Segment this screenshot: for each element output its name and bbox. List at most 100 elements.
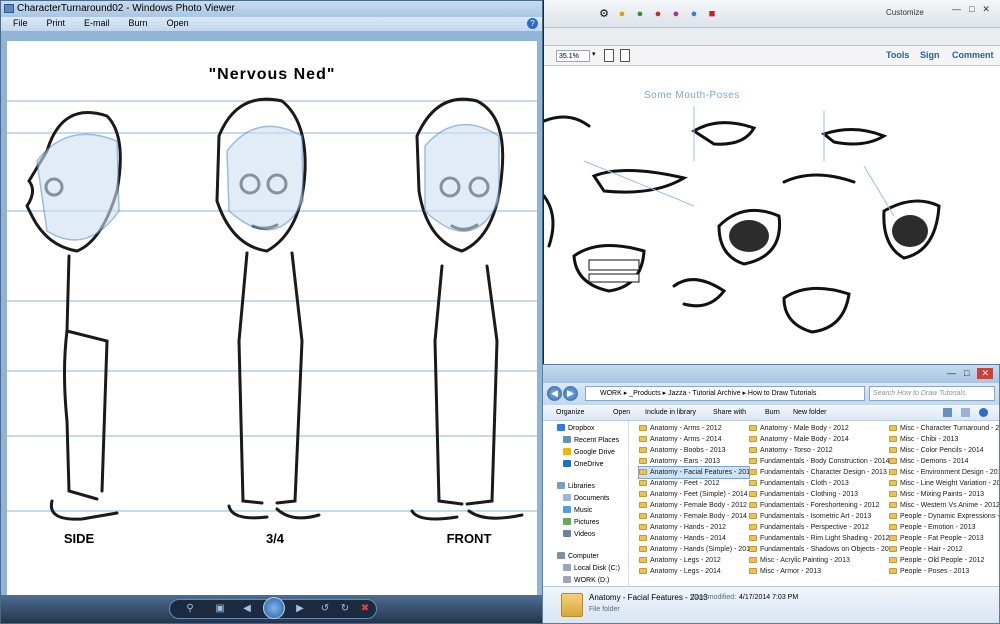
folder-item[interactable]: Fundamentals - Body Construction - 2014 [749,456,890,467]
slideshow-button[interactable] [263,597,285,619]
folder-item[interactable]: Anatomy - Arms - 2014 [639,434,749,445]
settings-icon[interactable]: ⚙ [598,8,610,20]
nav-item[interactable]: Dropbox [557,423,594,434]
folder-item[interactable]: Fundamentals - Character Design - 2013 [749,467,889,478]
folder-item[interactable]: People - Old People - 2012 [889,555,999,566]
tab-sign[interactable]: Sign [920,50,940,60]
cmd-burn[interactable]: Burn [765,409,780,416]
folder-item[interactable]: Misc - Demons - 2014 [889,456,999,467]
folder-item[interactable]: Fundamentals - Perspective - 2012 [749,522,889,533]
nav-item[interactable]: Recent Places [563,435,619,446]
folder-item[interactable]: Misc - Mixing Paints - 2013 [889,489,999,500]
menu-open[interactable]: Open [155,17,196,28]
menu-file[interactable]: File [1,17,35,28]
folder-item[interactable]: Misc - Acrylic Painting - 2013 [749,555,889,566]
folder-item[interactable]: Anatomy - Male Body - 2012 [749,423,889,434]
sticky-note-icon[interactable]: ● [634,8,646,20]
nav-item[interactable]: Documents [563,493,609,504]
zoom-icon[interactable]: ⚲ [184,603,196,615]
folder-item[interactable]: Anatomy - Ears - 2013 [639,456,749,467]
folder-item[interactable]: Anatomy - Facial Features - 2013 [638,466,754,479]
breadcrumb-products[interactable]: _Products [629,390,661,397]
folder-item[interactable]: Anatomy - Feet - 2012 [639,478,749,489]
next-icon[interactable]: ▶ [294,603,306,615]
fit-page-icon[interactable] [604,49,614,62]
tab-tools[interactable]: Tools [886,50,909,60]
tab-comment[interactable]: Comment [952,50,994,60]
folder-item[interactable]: Fundamentals - Cloth - 2013 [749,478,889,489]
folder-item[interactable]: Misc - Environment Design - 2014 [889,467,999,478]
folder-item[interactable]: Misc - Armor - 2013 [749,566,889,577]
folder-item[interactable]: Anatomy - Female Body - 2012 [639,500,749,511]
folder-item[interactable]: Anatomy - Legs - 2012 [639,555,749,566]
image-canvas[interactable]: "Nervous Ned" SIDE 3/4 FRONT [7,41,537,595]
nav-item[interactable]: OneDrive [563,459,604,470]
actual-size-icon[interactable]: ▣ [214,603,226,615]
folder-item[interactable]: Anatomy - Feet (Simple) - 2014 [639,489,749,500]
nav-item[interactable]: Libraries [557,481,595,492]
folder-item[interactable]: People - Fat People - 2013 [889,533,999,544]
breadcrumb-current[interactable]: How to Draw Tutorials [748,390,816,397]
menu-burn[interactable]: Burn [117,17,155,28]
fit-width-icon[interactable] [620,49,630,62]
nav-item[interactable]: Google Drive [563,447,615,458]
folder-item[interactable]: Misc - Chibi - 2013 [889,434,999,445]
folder-item[interactable]: Fundamentals - Rim Light Shading - 2012 [749,533,890,544]
folder-item[interactable]: People - Dynamic Expressions - 2014 [889,511,999,522]
folder-item[interactable]: People - Poses - 2013 [889,566,999,577]
nav-item[interactable]: WORK (D:) [563,575,609,586]
explorer-window-controls[interactable]: —□ ✕ [947,368,993,379]
forward-button[interactable]: ▶ [563,386,578,401]
pdf-icon[interactable]: ■ [706,8,718,20]
explorer-help-icon[interactable] [979,408,988,417]
preview-pane-icon[interactable] [961,408,970,417]
folder-item[interactable]: Anatomy - Male Body - 2014 [749,434,889,445]
cmd-new-folder[interactable]: New folder [793,409,826,416]
folder-item[interactable]: Anatomy - Female Body - 2014 [639,511,749,522]
folder-item[interactable]: Anatomy - Hands (Simple) - 2014 [639,544,754,555]
delete-icon[interactable]: ✖ [359,603,371,615]
folder-item[interactable]: Anatomy - Boobs - 2013 [639,445,749,456]
search-input[interactable]: Search How to Draw Tutorials [869,386,995,401]
folder-item[interactable]: Fundamentals - Clothing - 2013 [749,489,889,500]
nav-item[interactable]: Pictures [563,517,599,528]
zoom-dropdown-icon[interactable]: ▾ [592,50,596,58]
cmd-open[interactable]: Open [613,409,630,416]
folder-item[interactable]: Misc - Western Vs Anime - 2012 [889,500,999,511]
folder-item[interactable]: Anatomy - Arms - 2012 [639,423,749,434]
folder-item[interactable]: Fundamentals - Shadows on Objects - 2013 [749,544,897,555]
cmd-include-in-library[interactable]: Include in library [645,409,696,416]
nav-item[interactable]: Computer [557,551,599,562]
folder-item[interactable]: Fundamentals - Foreshortening - 2012 [749,500,889,511]
explorer-titlebar[interactable]: —□ ✕ [543,365,999,383]
highlight-icon[interactable]: ● [688,8,700,20]
nav-item[interactable]: Videos [563,529,595,540]
menu-email[interactable]: E-mail [72,17,117,28]
rotate-cw-icon[interactable]: ↻ [339,603,351,615]
rotate-ccw-icon[interactable]: ↺ [319,603,331,615]
folder-item[interactable]: Misc - Color Pencils - 2014 [889,445,999,456]
breadcrumb[interactable]: WORK ▸ _Products ▸ Jazza - Tutorial Arch… [585,386,865,401]
nav-item[interactable]: Local Disk (C:) [563,563,620,574]
previous-icon[interactable]: ◀ [241,603,253,615]
attach-icon[interactable]: ● [670,8,682,20]
folder-item[interactable]: Misc - Character Turnaround - 2014 [889,423,999,434]
folder-item[interactable]: Anatomy - Hands - 2014 [639,533,749,544]
folder-item[interactable]: Anatomy - Legs - 2014 [639,566,749,577]
window-controls[interactable]: —□✕ [952,4,998,15]
cmd-organize[interactable]: Organize [556,409,584,416]
nav-item[interactable]: Music [563,505,592,516]
zoom-field[interactable]: 35.1% [556,50,590,62]
folder-item[interactable]: People - Emotion - 2013 [889,522,999,533]
folder-item[interactable]: People - Hair - 2012 [889,544,999,555]
folder-item[interactable]: Misc - Line Weight Variation - 2014 [889,478,999,489]
help-icon[interactable]: ? [527,18,538,29]
breadcrumb-archive[interactable]: Jazza - Tutorial Archive [668,390,740,397]
comment-bubble-icon[interactable]: ● [616,8,628,20]
stamp-icon[interactable]: ● [652,8,664,20]
cmd-share-with[interactable]: Share with [713,409,746,416]
folder-item[interactable]: Anatomy - Torso - 2012 [749,445,889,456]
folder-item[interactable]: Fundamentals - Isometric Art - 2013 [749,511,889,522]
breadcrumb-work[interactable]: WORK [600,390,622,397]
menu-print[interactable]: Print [35,17,73,28]
